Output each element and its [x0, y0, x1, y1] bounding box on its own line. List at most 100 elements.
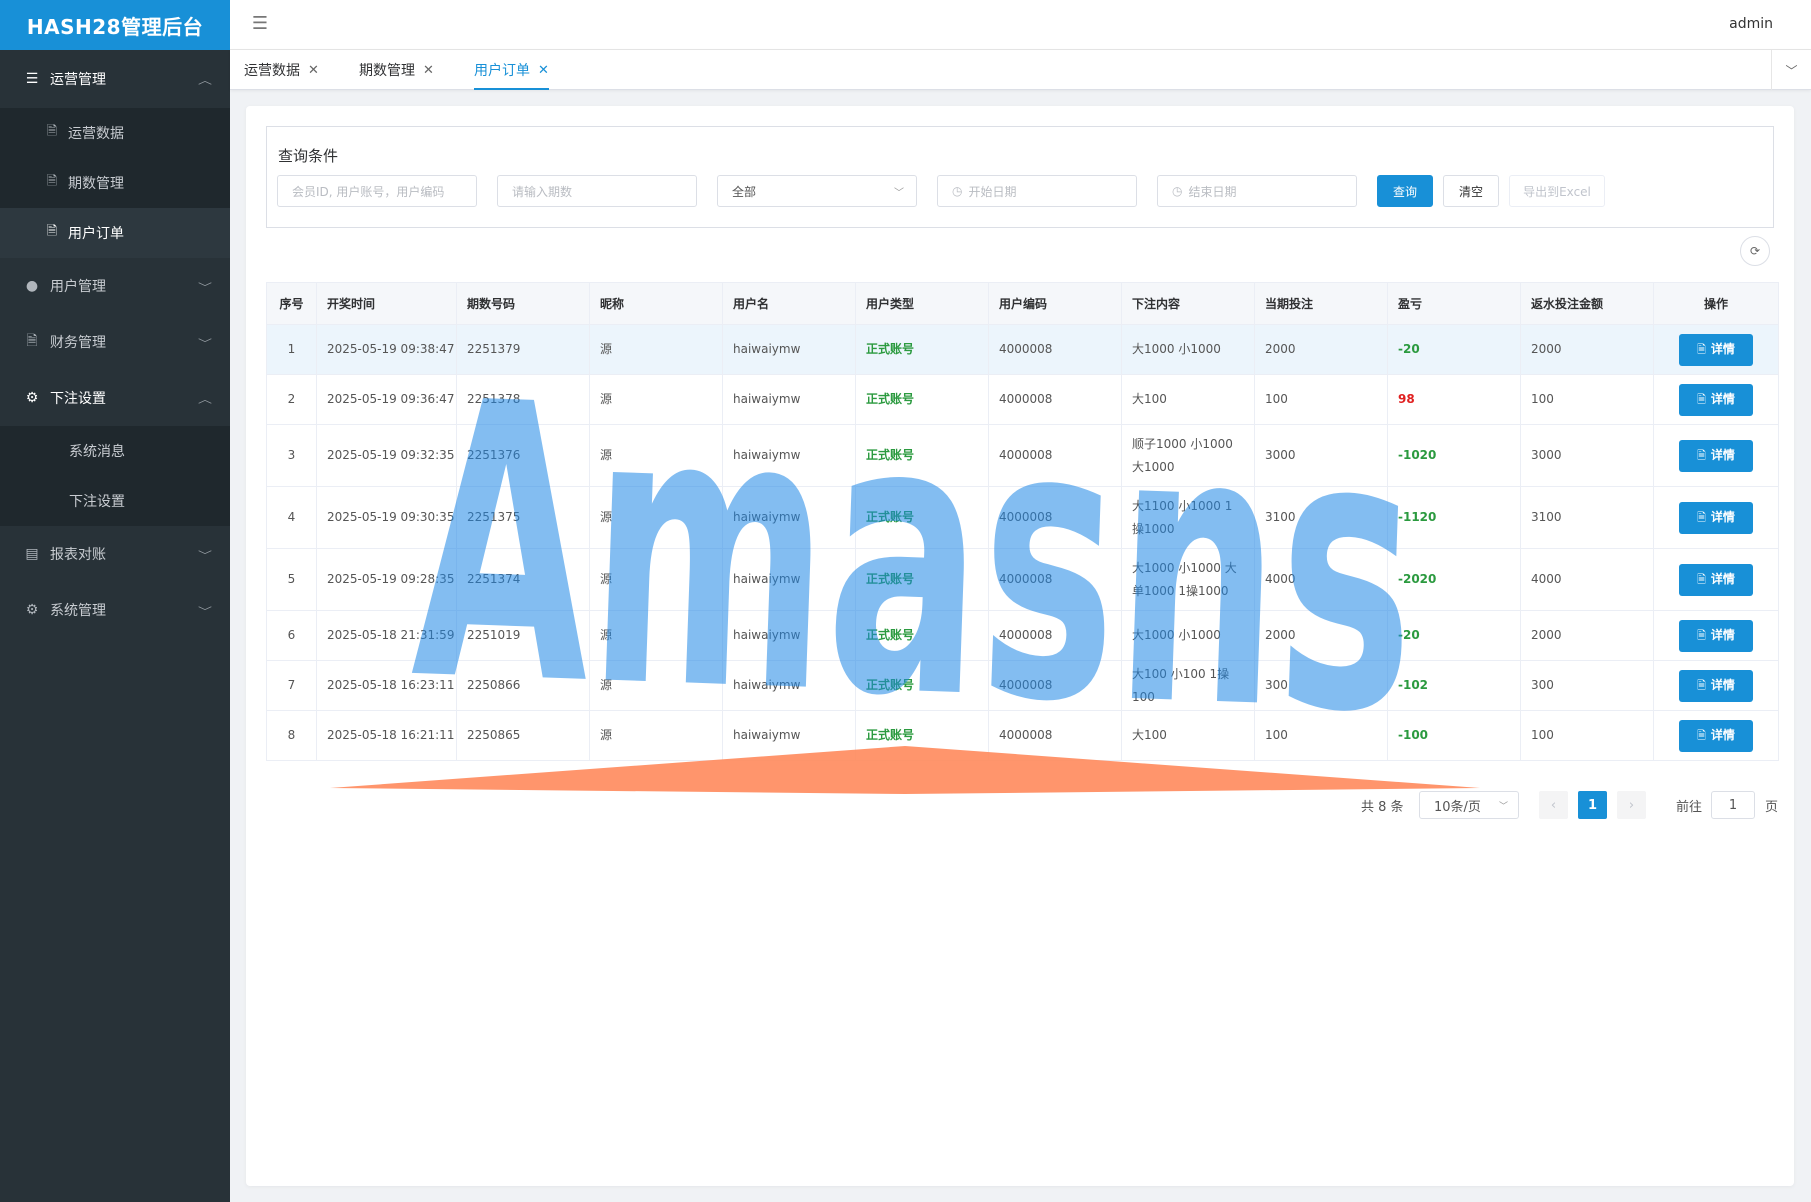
table-row: 3 2025-05-19 09:32:35 2251376 源 haiwaiymw 正式账… — [266, 424, 1779, 487]
cell-bet-amount: 3000 — [1254, 424, 1388, 487]
cell-period: 2250865 — [456, 710, 590, 761]
member-search-input[interactable]: 会员ID, 用户账号，用户编码 — [277, 175, 477, 207]
chevron-down-icon: ﹀ — [198, 338, 212, 350]
col-header-actions: 操作 — [1653, 282, 1779, 325]
refresh-icon[interactable]: ⟳ — [1740, 236, 1770, 266]
cell-index: 8 — [266, 710, 317, 761]
doc-icon: 🗎 — [1697, 343, 1706, 356]
cell-rebate: 100 — [1520, 374, 1654, 425]
start-date-picker[interactable]: ◷ 开始日期 — [937, 175, 1137, 207]
sidebar-item-operations-data[interactable]: 🗎 运营数据 — [0, 108, 230, 158]
cell-profit-loss: -1120 — [1387, 486, 1521, 549]
goto-page-input[interactable]: 1 — [1711, 791, 1755, 819]
cell-user-code: 4000008 — [988, 660, 1122, 711]
doc-icon: 🗎 — [46, 224, 58, 239]
cell-draw-time: 2025-05-18 16:21:11 — [316, 710, 457, 761]
tab-label: 运营数据 — [244, 63, 300, 79]
tab-period-management[interactable]: 期数管理 ✕ — [359, 50, 434, 90]
col-header-profit-loss: 盈亏 — [1387, 282, 1521, 325]
cell-bet-amount: 2000 — [1254, 610, 1388, 661]
detail-button[interactable]: 🗎 详情 — [1679, 563, 1753, 596]
end-date-picker[interactable]: ◷ 结束日期 — [1157, 175, 1357, 207]
next-page-button[interactable]: › — [1617, 791, 1646, 819]
sidebar-item-system-messages[interactable]: 系统消息 — [0, 426, 230, 476]
table-row: 4 2025-05-19 09:30:35 2251375 源 haiwaiymw 正式账… — [266, 486, 1779, 549]
tabs-dropdown-icon[interactable]: ﹀ — [1771, 50, 1811, 90]
gear-icon: ⚙ — [25, 602, 39, 618]
export-excel-button[interactable]: 导出到Excel — [1509, 175, 1605, 207]
sidebar-item-label: 运营数据 — [68, 126, 124, 142]
cell-user-type: 正式账号 — [855, 610, 989, 661]
page-number-current[interactable]: 1 — [1578, 791, 1607, 819]
hamburger-menu-icon[interactable]: ☰ — [250, 14, 270, 34]
cell-index: 3 — [266, 424, 317, 487]
chevron-down-icon: ﹀ — [198, 550, 212, 562]
page-size-select[interactable]: 10条/页 ﹀ — [1419, 791, 1519, 819]
cell-nickname: 源 — [589, 486, 723, 549]
doc-icon: 🗎 — [1697, 393, 1706, 406]
cell-profit-loss: -20 — [1387, 324, 1521, 375]
cell-bet-content: 大100 — [1121, 710, 1255, 761]
user-menu[interactable]: admin — [1729, 16, 1773, 32]
detail-label: 详情 — [1710, 628, 1735, 642]
tab-user-orders[interactable]: 用户订单 ✕ — [474, 50, 549, 90]
doc-icon: 🗎 — [46, 174, 58, 189]
cell-profit-loss: -2020 — [1387, 548, 1521, 611]
cell-user-type: 正式账号 — [855, 424, 989, 487]
cell-draw-time: 2025-05-19 09:30:35 — [316, 486, 457, 549]
menu-operations[interactable]: ☰ 运营管理 ︿ — [0, 50, 230, 108]
cell-actions: 🗎 详情 — [1653, 486, 1779, 549]
cell-index: 6 — [266, 610, 317, 661]
doc-icon: 🗎 — [1697, 679, 1706, 692]
detail-button[interactable]: 🗎 详情 — [1679, 439, 1753, 472]
cell-rebate: 3000 — [1520, 424, 1654, 487]
cell-user-code: 4000008 — [988, 710, 1122, 761]
menu-bet-settings[interactable]: ⚙ 下注设置 ︿ — [0, 370, 230, 426]
close-icon[interactable]: ✕ — [538, 63, 549, 78]
prev-page-button[interactable]: ‹ — [1539, 791, 1568, 819]
cell-bet-amount: 3100 — [1254, 486, 1388, 549]
sidebar-item-period-management[interactable]: 🗎 期数管理 — [0, 158, 230, 208]
sidebar-item-bet-settings[interactable]: 下注设置 — [0, 476, 230, 526]
page-size-value: 10条/页 — [1434, 799, 1481, 815]
cell-draw-time: 2025-05-19 09:28:35 — [316, 548, 457, 611]
user-type-select[interactable]: 全部 ﹀ — [717, 175, 917, 207]
doc-icon: 🗎 — [1697, 511, 1706, 524]
menu-report-reconciliation[interactable]: ▤ 报表对账 ﹀ — [0, 526, 230, 582]
detail-button[interactable]: 🗎 详情 — [1679, 669, 1753, 702]
menu-label: 用户管理 — [50, 279, 106, 295]
menu-finance-management[interactable]: 🗎 财务管理 ﹀ — [0, 314, 230, 370]
col-header-index: 序号 — [266, 282, 317, 325]
page-suffix: 页 — [1765, 800, 1779, 815]
close-icon[interactable]: ✕ — [423, 63, 434, 78]
cell-actions: 🗎 详情 — [1653, 660, 1779, 711]
detail-button[interactable]: 🗎 详情 — [1679, 501, 1753, 534]
menu-user-management[interactable]: ● 用户管理 ﹀ — [0, 258, 230, 314]
detail-button[interactable]: 🗎 详情 — [1679, 383, 1753, 416]
chevron-up-icon: ︿ — [198, 75, 212, 87]
sidebar-item-user-orders[interactable]: 🗎 用户订单 — [0, 208, 230, 258]
search-button[interactable]: 查询 — [1377, 175, 1433, 207]
menu-system-management[interactable]: ⚙ 系统管理 ﹀ — [0, 582, 230, 638]
cell-username: haiwaiymw — [722, 610, 856, 661]
cell-actions: 🗎 详情 — [1653, 324, 1779, 375]
detail-button[interactable]: 🗎 详情 — [1679, 719, 1753, 752]
cell-user-type: 正式账号 — [855, 374, 989, 425]
tab-operations-data[interactable]: 运营数据 ✕ — [244, 50, 319, 90]
detail-button[interactable]: 🗎 详情 — [1679, 619, 1753, 652]
period-input[interactable]: 请输入期数 — [497, 175, 697, 207]
close-icon[interactable]: ✕ — [308, 63, 319, 78]
cell-bet-amount: 100 — [1254, 710, 1388, 761]
clock-icon: ◷ — [952, 184, 963, 198]
clear-button[interactable]: 清空 — [1443, 175, 1499, 207]
cell-rebate: 300 — [1520, 660, 1654, 711]
cell-nickname: 源 — [589, 610, 723, 661]
detail-button[interactable]: 🗎 详情 — [1679, 333, 1753, 366]
sidebar-item-label: 用户订单 — [68, 226, 124, 242]
cell-actions: 🗎 详情 — [1653, 710, 1779, 761]
doc-icon: 🗎 — [26, 333, 38, 349]
cell-user-code: 4000008 — [988, 610, 1122, 661]
detail-label: 详情 — [1710, 728, 1735, 742]
cell-profit-loss: -20 — [1387, 610, 1521, 661]
menu-group-bet-settings: ⚙ 下注设置 ︿ 系统消息 下注设置 — [0, 370, 230, 526]
